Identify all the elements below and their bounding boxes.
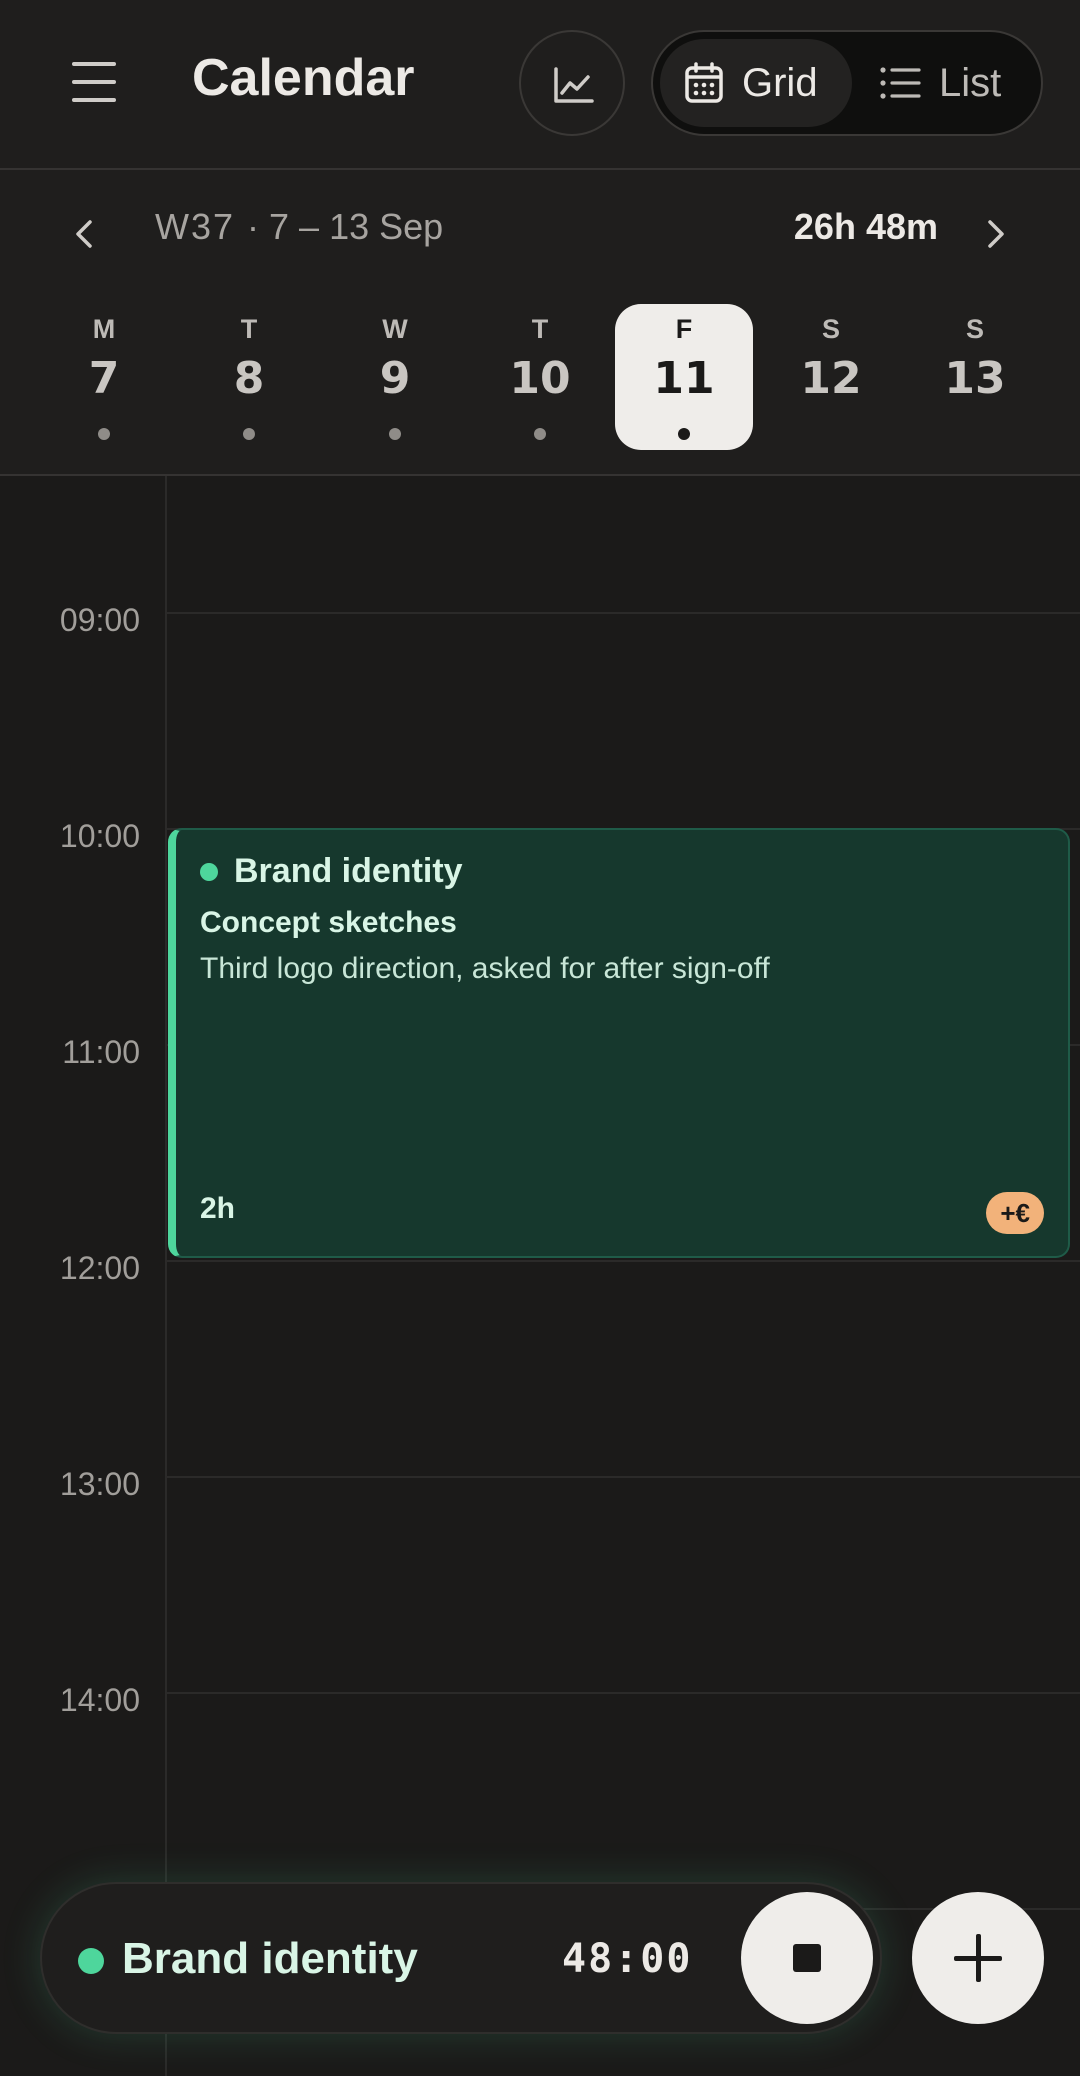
day-cell[interactable]: M 7: [35, 304, 173, 450]
activity-dot: [243, 428, 255, 440]
week-total: 26h 48m: [793, 206, 938, 247]
day-cell[interactable]: T 8: [180, 304, 318, 450]
day-number: 10: [509, 353, 571, 404]
event-project: Brand identity: [200, 852, 463, 891]
day-of-week: W: [382, 314, 408, 344]
day-cell[interactable]: S 13: [906, 304, 1044, 450]
activity-dot: [678, 428, 690, 440]
timer-project: Brand identity: [122, 1934, 418, 1983]
next-week-button[interactable]: [982, 214, 1012, 254]
day-of-week: S: [965, 314, 984, 344]
grid-view-label: Grid: [742, 60, 818, 105]
day-number: 9: [379, 353, 411, 404]
day-cell[interactable]: W 9: [326, 304, 464, 450]
calendar-icon: [685, 62, 723, 103]
day-number: 8: [233, 353, 265, 404]
hour-label: 13:00: [59, 1466, 140, 1502]
day-number: 12: [800, 353, 862, 404]
top-bar: Calendar Grid List: [0, 0, 1080, 170]
stop-timer-button[interactable]: [741, 1892, 873, 2024]
project-color-dot: [78, 1948, 104, 1974]
activity-dot: [98, 428, 110, 440]
time-entry-card[interactable]: Brand identity Concept sketches Third lo…: [168, 828, 1070, 1258]
hour-gridline: [167, 612, 1080, 614]
add-entry-button[interactable]: [912, 1892, 1044, 2024]
week-range: · 7 – 13 Sep: [247, 206, 444, 247]
week-header: W37 · 7 – 13 Sep 26h 48m M 7 T 8 W 9 T 1…: [0, 170, 1080, 476]
hour-gridline: [167, 1692, 1080, 1694]
list-view-label: List: [939, 60, 1002, 105]
event-project-label: Brand identity: [234, 852, 463, 890]
event-duration: 2h: [200, 1192, 236, 1225]
day-of-week: T: [531, 314, 549, 344]
list-view-button[interactable]: List: [865, 39, 1025, 127]
hour-gridline: [167, 1260, 1080, 1262]
week-label: W37 · 7 – 13 Sep: [155, 206, 443, 248]
page-title: Calendar: [192, 49, 415, 107]
activity-dot: [389, 428, 401, 440]
week-number: W37: [155, 206, 236, 247]
day-of-week: T: [240, 314, 258, 344]
hour-label: 11:00: [62, 1034, 140, 1070]
hour-label: 12:00: [59, 1250, 140, 1286]
day-number: 13: [944, 353, 1006, 404]
hour-label: 09:00: [59, 602, 140, 638]
chart-line-icon: [554, 67, 594, 103]
chevron-left-icon: [76, 220, 92, 248]
day-number: 11: [653, 353, 715, 404]
hour-gridline: [167, 1476, 1080, 1478]
day-timeline[interactable]: 09:00 10:00 11:00 12:00 13:00 14:00: [0, 476, 1080, 2076]
hour-label: 10:00: [59, 818, 140, 854]
grid-view-button[interactable]: Grid: [660, 39, 852, 127]
billable-badge: +€: [986, 1192, 1044, 1234]
list-icon: [880, 67, 921, 99]
chevron-right-icon: [988, 220, 1004, 248]
activity-dot: [534, 428, 546, 440]
event-title: Concept sketches: [200, 906, 457, 939]
day-number: 7: [88, 353, 120, 404]
day-cell-selected[interactable]: F 11: [615, 304, 753, 450]
day-of-week: S: [821, 314, 840, 344]
hour-label: 14:00: [59, 1682, 140, 1718]
day-of-week: F: [675, 314, 693, 344]
event-description: Third logo direction, asked for after si…: [200, 952, 770, 985]
project-color-dot: [200, 862, 218, 881]
menu-icon[interactable]: [70, 60, 120, 104]
view-toggle: Grid List: [651, 30, 1043, 136]
time-gutter-divider: [165, 476, 167, 2076]
timer-elapsed: 48:00: [562, 1936, 693, 1982]
prev-week-button[interactable]: [68, 214, 98, 254]
day-cell[interactable]: S 12: [762, 304, 900, 450]
stop-icon: [793, 1944, 821, 1972]
stats-button[interactable]: [519, 30, 625, 136]
day-cell[interactable]: T 10: [471, 304, 609, 450]
day-of-week: M: [92, 314, 116, 344]
